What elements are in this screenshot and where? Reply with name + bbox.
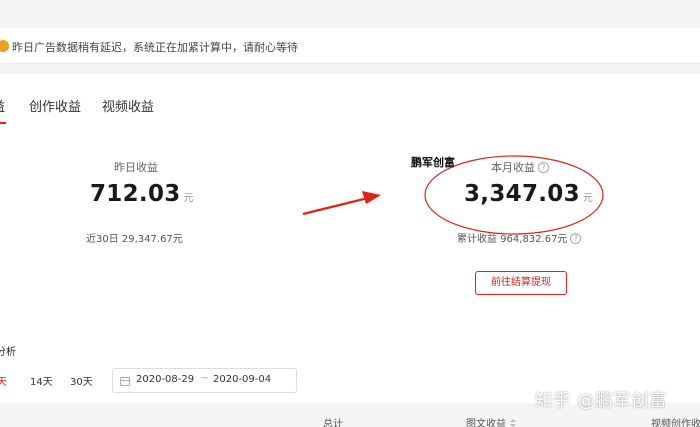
watermark: 知乎 @鹏军创富 <box>535 391 668 411</box>
red-arrow-icon <box>302 191 381 216</box>
annotation-label: 鹏军创富 <box>411 156 455 169</box>
annotation-overlay <box>302 155 604 235</box>
